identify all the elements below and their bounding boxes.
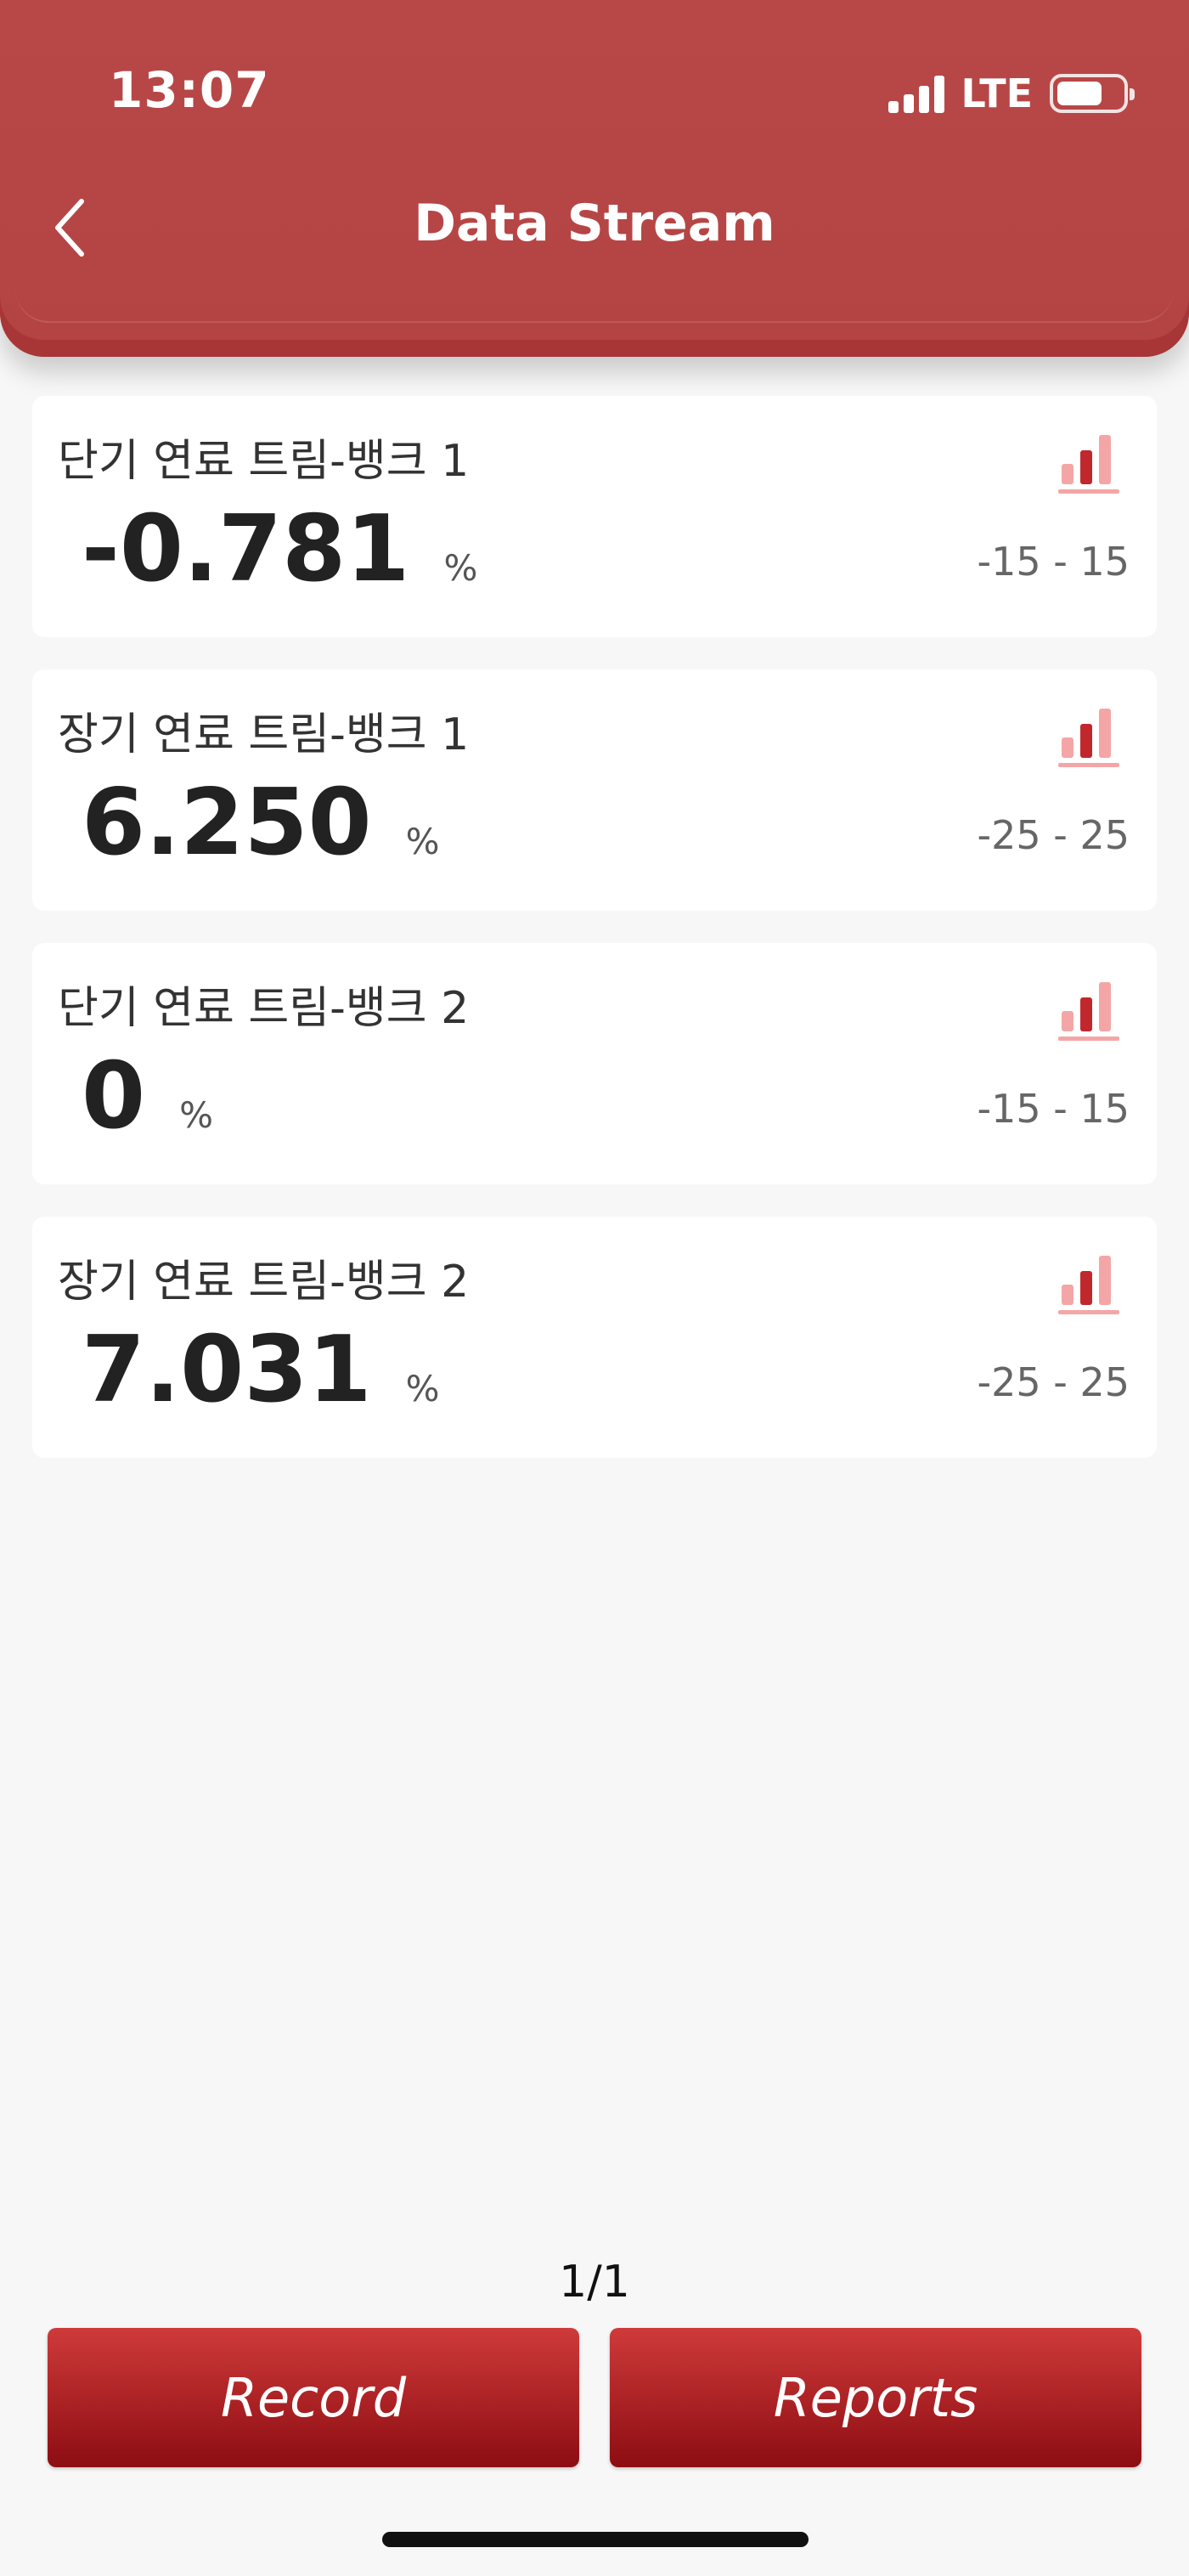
- value-unit: %: [405, 1368, 440, 1409]
- bar-chart-icon[interactable]: [1058, 1252, 1123, 1315]
- card-value: 0 %: [82, 1043, 213, 1150]
- status-time: 13:07: [109, 61, 270, 119]
- header-panel: [15, 0, 1174, 323]
- app-header: 13:07 LTE Data Stream: [0, 0, 1189, 357]
- bar-chart-icon[interactable]: [1058, 432, 1123, 494]
- data-card[interactable]: 장기 연료 트림-뱅크 2 7.031 % -25 - 25: [32, 1217, 1157, 1458]
- card-range: -25 - 25: [977, 812, 1130, 858]
- value-number: 0: [82, 1043, 146, 1150]
- card-label: 장기 연료 트림-뱅크 2: [58, 1257, 470, 1308]
- status-indicators: LTE: [888, 68, 1135, 119]
- card-label: 단기 연료 트림-뱅크 2: [58, 983, 470, 1034]
- home-indicator[interactable]: [382, 2532, 809, 2547]
- bar-chart-icon[interactable]: [1058, 979, 1123, 1042]
- card-range: -15 - 15: [977, 539, 1130, 585]
- data-card[interactable]: 단기 연료 트림-뱅크 1 -0.781 % -15 - 15: [32, 396, 1157, 637]
- value-unit: %: [179, 1094, 214, 1136]
- bar-chart-icon[interactable]: [1058, 705, 1123, 768]
- card-range: -25 - 25: [977, 1359, 1130, 1405]
- card-range: -15 - 15: [977, 1086, 1130, 1132]
- data-card[interactable]: 단기 연료 트림-뱅크 2 0 % -15 - 15: [32, 943, 1157, 1184]
- value-unit: %: [405, 821, 440, 862]
- signal-icon: [888, 74, 944, 113]
- reports-button[interactable]: Reports: [610, 2328, 1141, 2467]
- card-label: 장기 연료 트림-뱅크 1: [58, 709, 470, 760]
- page-title: Data Stream: [414, 194, 775, 253]
- battery-icon: [1050, 74, 1135, 113]
- record-button[interactable]: Record: [48, 2328, 579, 2467]
- value-unit: %: [443, 547, 478, 589]
- card-value: 7.031 %: [82, 1317, 440, 1423]
- card-value: -0.781 %: [82, 496, 477, 602]
- page-indicator: 1/1: [559, 2257, 630, 2308]
- value-number: 7.031: [82, 1317, 372, 1423]
- card-label: 단기 연료 트림-뱅크 1: [58, 436, 470, 487]
- data-card[interactable]: 장기 연료 트림-뱅크 1 6.250 % -25 - 25: [32, 669, 1157, 911]
- value-number: -0.781: [82, 496, 410, 602]
- value-number: 6.250: [82, 770, 372, 876]
- network-type: LTE: [961, 71, 1034, 116]
- card-value: 6.250 %: [82, 770, 440, 876]
